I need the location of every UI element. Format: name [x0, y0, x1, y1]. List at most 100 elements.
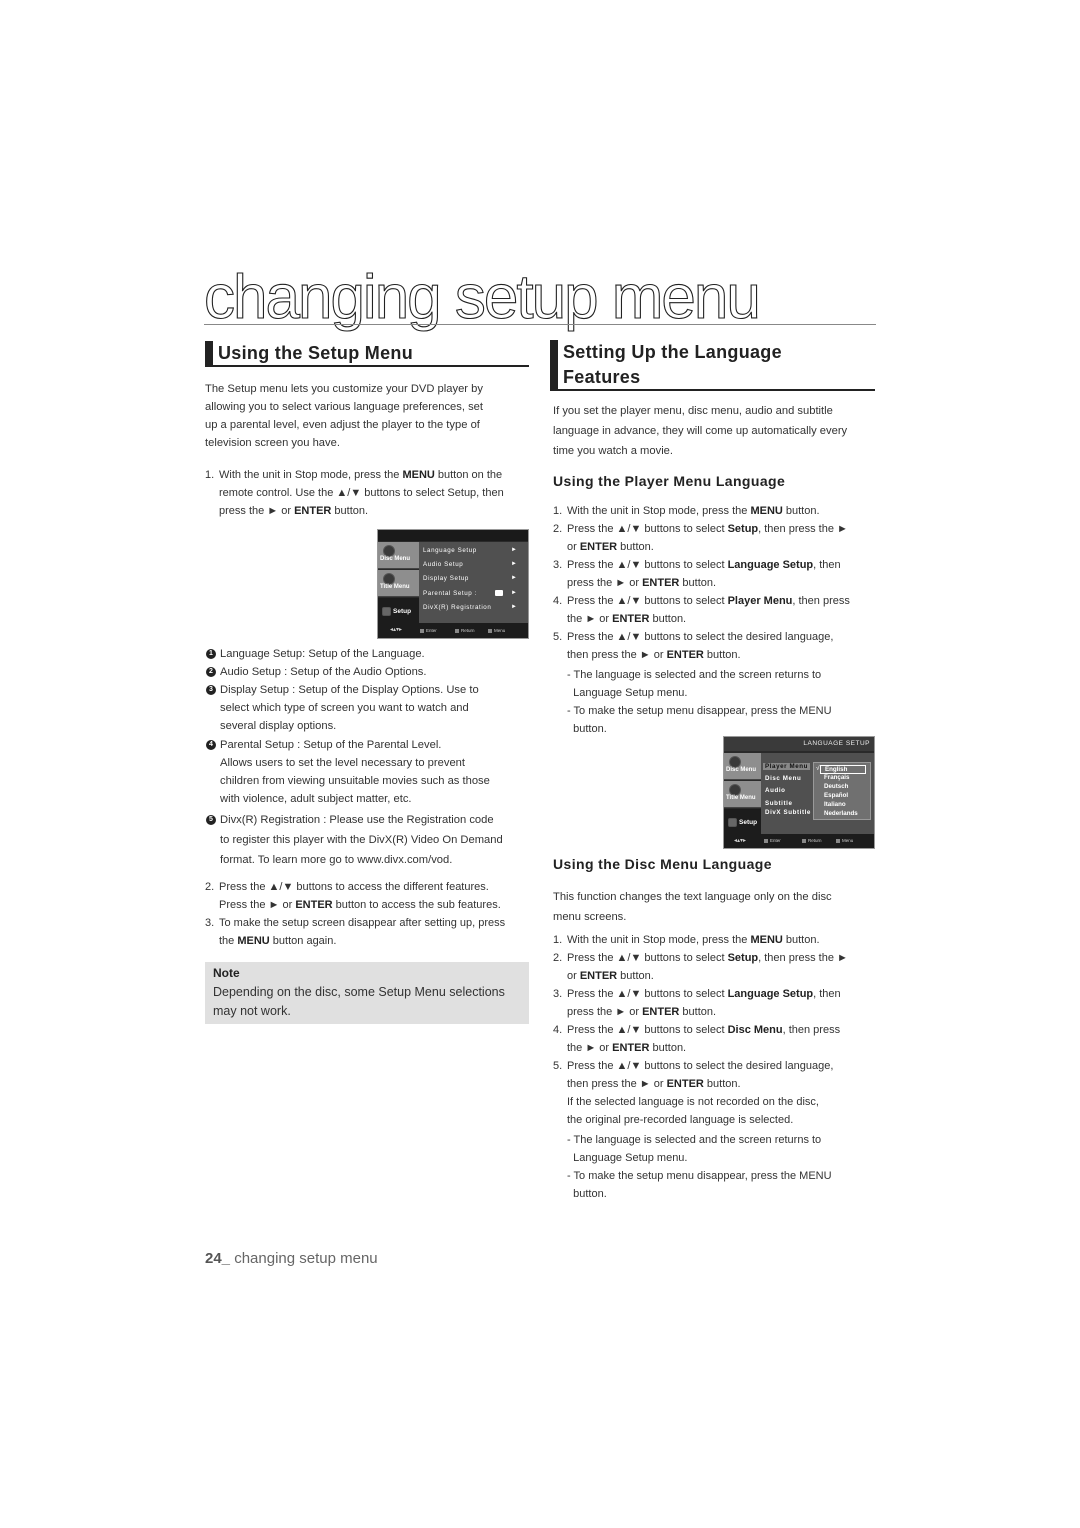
- hint-enter: Enter: [420, 628, 437, 633]
- setup-icon: [728, 818, 737, 827]
- step-line: With the unit in Stop mode, press the ME…: [567, 934, 820, 946]
- lang-option-nederlands: Nederlands: [824, 810, 858, 817]
- page-title: changing setup menu: [203, 263, 761, 332]
- screen-top-bar: LANGUAGE SETUP: [724, 737, 874, 751]
- hint-return: Return: [455, 628, 475, 633]
- heading-bar: [205, 341, 213, 365]
- disc-menu-intro: This function changes the text language …: [553, 891, 832, 923]
- step-5: 5. Press the ▲/▼ buttons to select the de…: [553, 628, 883, 664]
- hint-menu: Menu: [836, 838, 853, 843]
- lang-option-deutsch: Deutsch: [824, 783, 849, 790]
- sub-note-2: - To make the setup menu disappear, pres…: [567, 705, 832, 735]
- sub-note-2: - To make the setup menu disappear, pres…: [567, 1170, 832, 1200]
- step-number: 4.: [553, 595, 563, 607]
- step-1: 1. With the unit in Stop mode, press the …: [553, 502, 883, 520]
- step-2: 2. Press the ▲/▼ buttons to select Setup,…: [553, 949, 883, 985]
- language-intro: If you set the player menu, disc menu, a…: [553, 405, 848, 457]
- arrow-right-icon: ►: [511, 604, 518, 610]
- step-line: Press the ▲/▼ buttons to select Language…: [567, 559, 841, 571]
- lang-option-francais: Français: [824, 774, 850, 781]
- step-3: 3. Press the ▲/▼ buttons to select Langua…: [553, 556, 883, 592]
- setup-intro: The Setup menu lets you customize your D…: [205, 383, 483, 449]
- hint-menu: Menu: [488, 628, 505, 633]
- step-5: 5. Press the ▲/▼ buttons to select the de…: [553, 1057, 883, 1129]
- step-line: Press the ▲/▼ buttons to select Disc Men…: [567, 1024, 841, 1036]
- dpad-icon: ◂▴▾▸: [390, 627, 403, 633]
- screen-bottom-bar: ◂▴▾▸ Enter Return Menu: [724, 834, 874, 848]
- lang-option-english: English: [820, 765, 866, 774]
- setup-step-2: 2. Press the ▲/▼ buttons to access the d…: [205, 881, 501, 911]
- step-line: the ► or ENTER button.: [567, 1042, 687, 1054]
- step-line: press the ► or ENTER button.: [567, 1006, 717, 1018]
- step-line: Press the ▲/▼ buttons to select the desi…: [567, 1060, 834, 1072]
- side-item-disc-menu: Disc Menu: [724, 753, 765, 780]
- step-number: 5.: [553, 631, 563, 643]
- step-line: Press the ▲/▼ buttons to select Setup, t…: [567, 952, 848, 964]
- heading-rule: [205, 365, 529, 367]
- setup-step-3: 3. To make the setup screen disappear af…: [205, 917, 506, 947]
- side-item-disc-menu: Disc Menu: [378, 542, 419, 569]
- language-options-list: √ English Français Deutsch Español Itali…: [813, 762, 871, 820]
- title-divider: [204, 324, 876, 325]
- note-box: Note Depending on the disc, some Setup M…: [205, 962, 529, 1024]
- language-menu-list: Player Menu Disc Menu Audio Subtitle Div…: [761, 753, 874, 836]
- side-item-title-menu: Title Menu: [378, 570, 419, 597]
- step-line: the original pre-recorded language is se…: [567, 1114, 794, 1126]
- step-number: 5.: [553, 1060, 563, 1072]
- step-number: 3.: [553, 988, 563, 1000]
- sub-note-1: - The language is selected and the scree…: [567, 669, 822, 699]
- setup-menu-screen: Disc Menu Title Menu Setup Language Setu…: [377, 529, 529, 639]
- step-number: 1.: [553, 934, 563, 946]
- step-line: then press the ► or ENTER button.: [567, 649, 741, 661]
- side-item-setup: Setup: [378, 598, 419, 625]
- lock-icon: [495, 590, 503, 596]
- setup-menu-list: Language Setup ► Audio Setup ► Display S…: [419, 542, 528, 625]
- lang-option-italiano: Italiano: [824, 801, 846, 808]
- step-line: the ► or ENTER button.: [567, 613, 687, 625]
- step-line: or ENTER button.: [567, 970, 654, 982]
- note-body: Depending on the disc, some Setup Menu s…: [213, 985, 505, 1018]
- dpad-icon: ◂▴▾▸: [734, 838, 747, 844]
- step-number: 2.: [553, 523, 563, 535]
- step-line: With the unit in Stop mode, press the ME…: [567, 505, 820, 517]
- step-line: Press the ▲/▼ buttons to select the desi…: [567, 631, 834, 643]
- step-number: 4.: [553, 1024, 563, 1036]
- arrow-right-icon: ►: [511, 590, 518, 596]
- setup-step-1: 1. With the unit in Stop mode, press the…: [205, 469, 504, 517]
- step-line: If the selected language is not recorded…: [567, 1096, 819, 1108]
- lang-row-disc-menu: Disc Menu: [765, 775, 802, 782]
- step-number: 1.: [553, 505, 563, 517]
- hint-return: Return: [802, 838, 822, 843]
- arrow-right-icon: ►: [511, 561, 518, 567]
- screen-top-bar: [378, 530, 528, 541]
- step-2: 2. Press the ▲/▼ buttons to select Setup,…: [553, 520, 883, 556]
- step-line: Press the ▲/▼ buttons to select Language…: [567, 988, 841, 1000]
- lang-option-espanol: Español: [824, 792, 849, 799]
- language-setup-screen: LANGUAGE SETUP Disc Menu Title Menu Setu…: [723, 736, 875, 849]
- arrow-right-icon: ►: [511, 575, 518, 581]
- sub-note-1: - The language is selected and the scree…: [567, 1134, 822, 1164]
- step-line: or ENTER button.: [567, 541, 654, 553]
- step-3: 3. Press the ▲/▼ buttons to select Langua…: [553, 985, 883, 1021]
- note-title: Note: [213, 966, 240, 980]
- screen-title: LANGUAGE SETUP: [803, 740, 870, 747]
- player-menu-heading: Using the Player Menu Language: [553, 473, 786, 489]
- section-heading-setup-menu: Using the Setup Menu: [205, 341, 529, 368]
- footer-label: changing setup menu: [230, 1250, 378, 1267]
- section-heading-language-features: Setting Up the Language Features: [550, 340, 875, 392]
- step-line: then press the ► or ENTER button.: [567, 1078, 741, 1090]
- step-1: 1. With the unit in Stop mode, press the …: [553, 931, 883, 949]
- side-item-setup: Setup: [724, 809, 765, 836]
- lang-row-subtitle: Subtitle: [765, 800, 793, 807]
- step-line: Press the ▲/▼ buttons to select Setup, t…: [567, 523, 848, 535]
- step-line: press the ► or ENTER button.: [567, 577, 717, 589]
- hint-enter: Enter: [764, 838, 781, 843]
- lang-row-audio: Audio: [765, 787, 786, 794]
- page-number: 24_: [205, 1250, 231, 1267]
- step-line: Press the ▲/▼ buttons to select Player M…: [567, 595, 850, 607]
- heading-rule: [550, 389, 875, 391]
- side-item-title-menu: Title Menu: [724, 781, 765, 808]
- step-number: 3.: [553, 559, 563, 571]
- lang-row-divx-subtitle: DivX Subtitle: [765, 809, 811, 816]
- step-4: 4. Press the ▲/▼ buttons to select Disc M…: [553, 1021, 883, 1057]
